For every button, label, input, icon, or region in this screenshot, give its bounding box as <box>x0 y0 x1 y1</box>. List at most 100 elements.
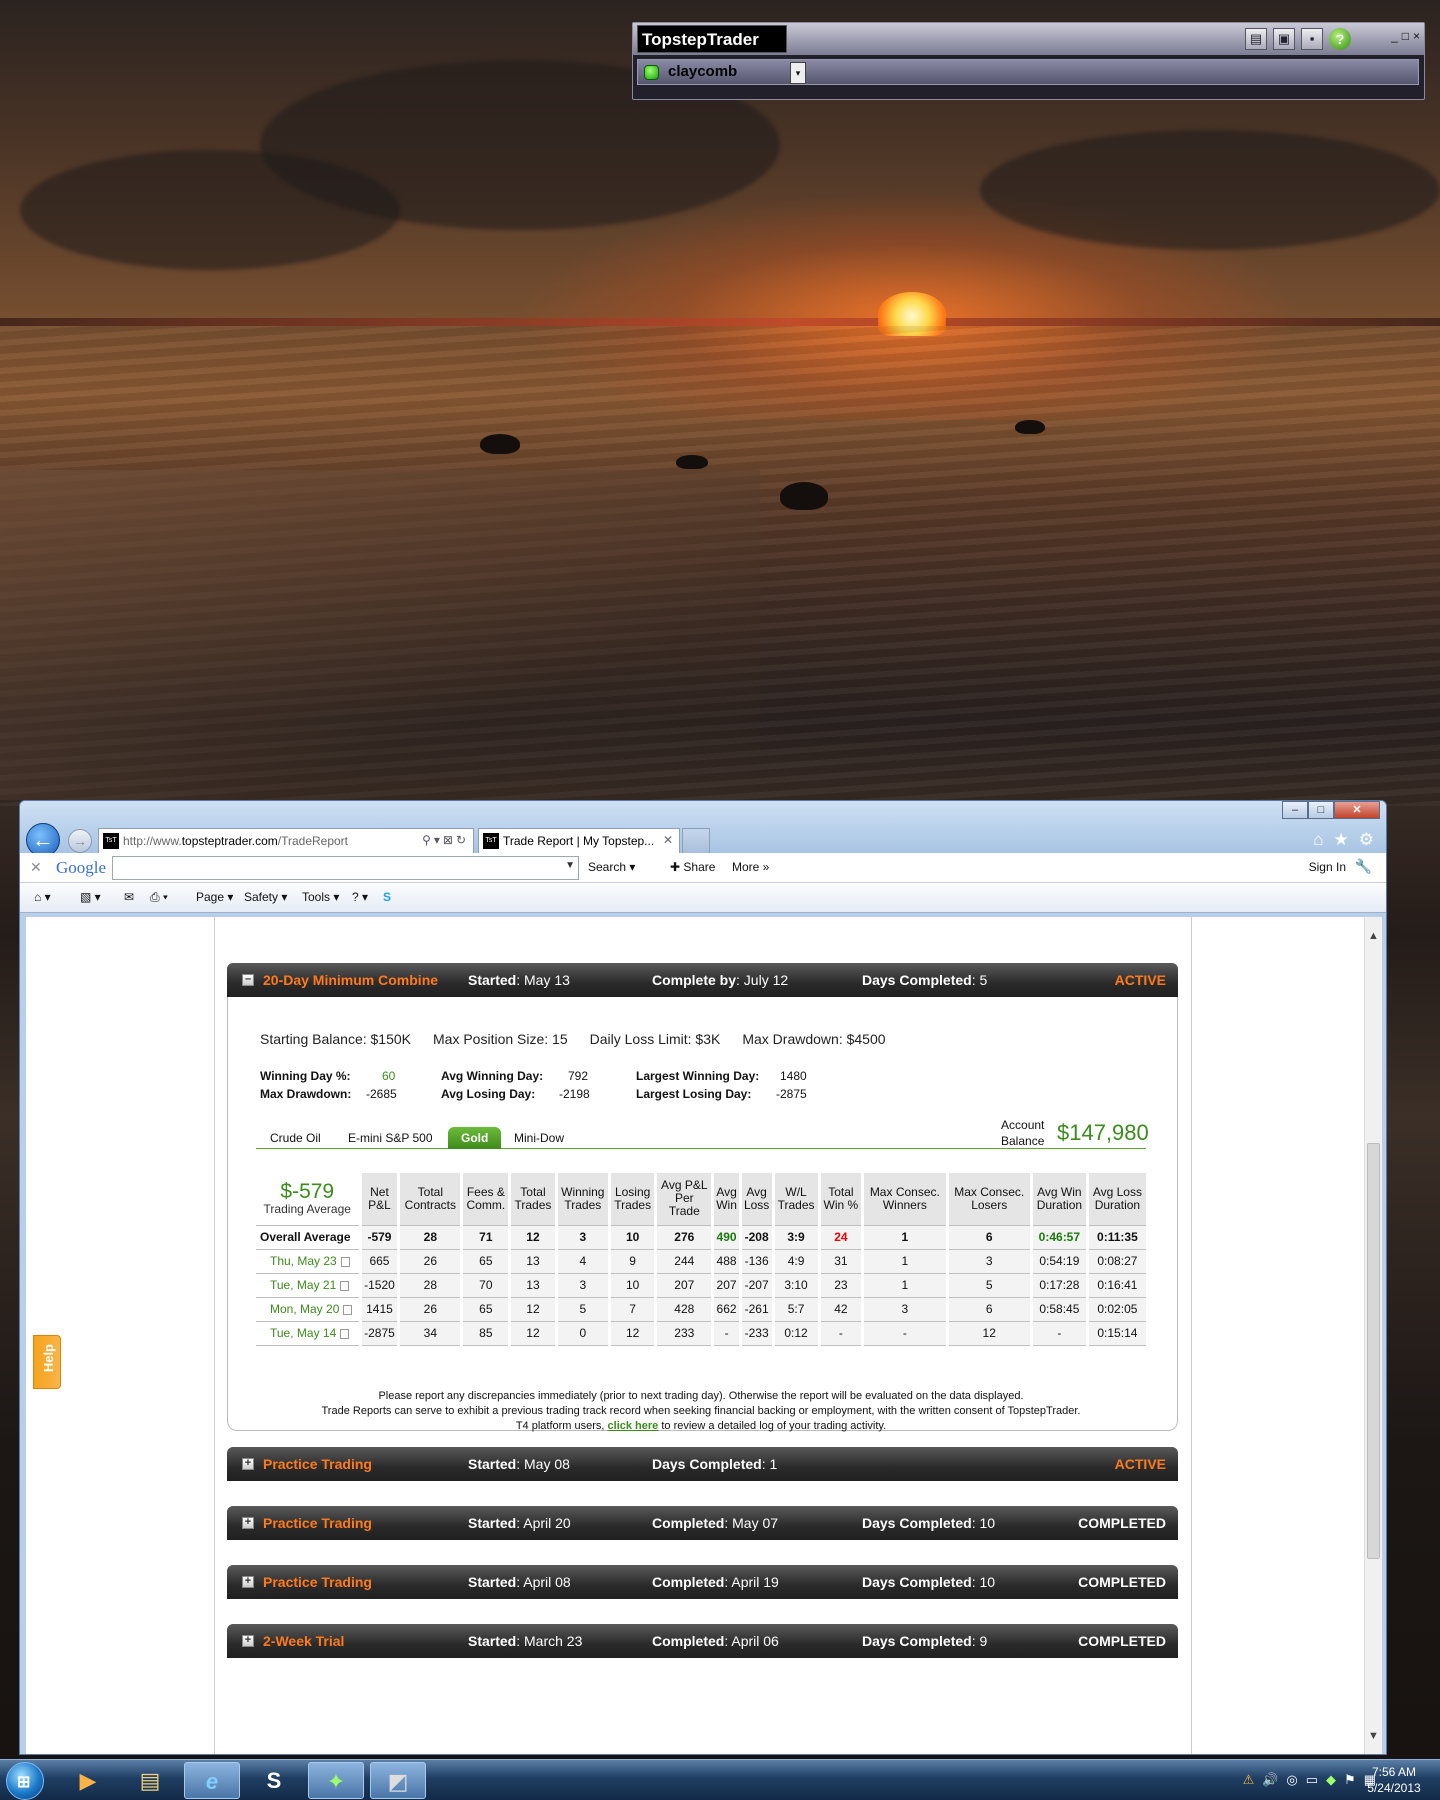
minimize-button[interactable]: – <box>1282 801 1308 819</box>
report-detail-icon[interactable] <box>340 1280 350 1291</box>
col-total-contracts: Total Contracts <box>397 1173 462 1225</box>
display-icon[interactable]: ▭ <box>1306 1772 1318 1788</box>
print-icon[interactable]: ⎙ ▾ <box>150 890 168 905</box>
scroll-down-arrow-icon[interactable]: ▼ <box>1365 1727 1382 1745</box>
file-explorer-icon[interactable]: ▤ <box>122 1762 178 1799</box>
google-share-button[interactable]: ✚ Share <box>670 860 715 874</box>
scroll-up-arrow-icon[interactable]: ▲ <box>1365 927 1382 945</box>
tab-gold[interactable]: Gold <box>448 1127 502 1149</box>
safety-menu[interactable]: Safety ▾ <box>244 890 287 904</box>
row-date-link[interactable]: Mon, May 20 <box>256 1296 360 1321</box>
tab-trade-report[interactable]: TsT Trade Report | My Topstep... ✕ <box>478 828 680 854</box>
account-user: claycomb <box>668 63 738 80</box>
click-here-link[interactable]: click here <box>608 1420 659 1432</box>
address-bar[interactable]: TsT http://www.topsteptrader.com/TradeRe… <box>98 828 474 854</box>
expand-toggle-icon[interactable]: + <box>242 1458 254 1470</box>
col-avg-win-duration: Avg Win Duration <box>1029 1173 1088 1225</box>
table-row-overall-average: Overall Average -579 28 71 12 3 10 276 4… <box>256 1224 1146 1249</box>
vertical-scrollbar[interactable]: ▲ ▼ <box>1364 917 1382 1754</box>
col-label: Avg Win <box>1037 1184 1082 1199</box>
widget-brand: TopstepTrader <box>637 25 787 53</box>
home-icon[interactable]: ⌂ <box>1313 830 1323 850</box>
help-icon[interactable]: ? <box>1329 28 1351 50</box>
save-icon[interactable]: ▪ <box>1301 28 1323 50</box>
avg-winning-day-label: Avg Winning Day: <box>441 1069 544 1083</box>
col-label: Duration <box>1094 1197 1141 1212</box>
forward-button[interactable]: → <box>68 829 92 853</box>
expand-toggle-icon[interactable]: + <box>242 1635 254 1647</box>
started-label: Started <box>468 1515 517 1531</box>
program-name: Practice Trading <box>263 1574 372 1590</box>
feeds-icon[interactable]: ▧ ▾ <box>80 890 101 904</box>
row-date-link[interactable]: Tue, May 14 <box>256 1320 360 1346</box>
max-drawdown-rule: Max Drawdown: $4500 <box>742 1031 886 1047</box>
new-tab-button[interactable] <box>682 828 710 854</box>
expand-toggle-icon[interactable]: + <box>242 1576 254 1588</box>
home-menu-icon[interactable]: ⌂ ▾ <box>34 890 51 904</box>
collapse-toggle-icon[interactable]: – <box>242 974 254 986</box>
skype-icon[interactable]: S <box>246 1762 302 1799</box>
widget-maximize-button[interactable]: □ <box>1402 29 1409 43</box>
address-tools-icons[interactable]: ⚲▾⊠↻ <box>422 833 469 847</box>
volume-icon[interactable]: 🔊 <box>1262 1772 1278 1788</box>
start-button[interactable]: ⊞ <box>6 1762 44 1800</box>
tray-alert-icon[interactable]: ⚠ <box>1243 1772 1255 1788</box>
google-search-dropdown[interactable]: ▼ <box>565 860 575 871</box>
report-detail-icon[interactable] <box>340 1328 350 1339</box>
tab-close-icon[interactable]: ✕ <box>663 833 673 847</box>
close-button[interactable]: ✕ <box>1334 801 1380 819</box>
favorites-icon[interactable]: ★ <box>1334 830 1349 850</box>
table-cell: 13 <box>508 1248 557 1273</box>
account-dropdown[interactable]: ▾ <box>790 62 806 84</box>
expand-toggle-icon[interactable]: + <box>242 1517 254 1529</box>
combine-panel-header[interactable]: – 20-Day Minimum Combine Started: May 13… <box>227 963 1178 997</box>
help-tab[interactable]: Help <box>33 1335 61 1389</box>
program-panel-header[interactable]: + 2-Week Trial Started: March 23 Complet… <box>227 1624 1178 1658</box>
program-panel-header[interactable]: + Practice Trading Started: April 08 Com… <box>227 1565 1178 1599</box>
winning-day-value: 60 <box>382 1069 396 1083</box>
google-more-button[interactable]: More » <box>732 860 769 874</box>
program-panel-header[interactable]: + Practice Trading Started: April 20 Com… <box>227 1506 1178 1540</box>
row-date-link[interactable]: Tue, May 21 <box>256 1272 360 1297</box>
program-panel-header[interactable]: + Practice Trading Started: May 08 Days … <box>227 1447 1178 1481</box>
scroll-thumb[interactable] <box>1367 1143 1380 1559</box>
started-label: Started <box>468 1633 517 1649</box>
network-icon[interactable]: ▣ <box>1273 28 1295 50</box>
table-cell: 1 <box>861 1272 948 1297</box>
help-menu-icon[interactable]: ? ▾ <box>352 890 368 904</box>
tab-crude-oil[interactable]: Crude Oil <box>270 1131 321 1145</box>
t4-app-icon[interactable]: ◩ <box>370 1762 426 1799</box>
widget-minimize-button[interactable]: _ <box>1391 29 1398 43</box>
widget-close-button[interactable]: × <box>1413 29 1420 43</box>
mail-icon[interactable]: ✉ <box>124 890 134 904</box>
google-sign-in-link[interactable]: Sign In <box>1309 860 1346 874</box>
google-settings-icon[interactable]: 🔧 <box>1355 858 1372 875</box>
col-label: Avg <box>716 1184 737 1199</box>
tab-mini-dow[interactable]: Mini-Dow <box>514 1131 564 1145</box>
tray-app-icon[interactable]: ◎ <box>1286 1772 1297 1788</box>
system-clock[interactable]: 7:56 AM 5/24/2013 <box>1354 1764 1434 1796</box>
row-date-link[interactable]: Thu, May 23 <box>256 1248 360 1273</box>
report-detail-icon[interactable] <box>343 1304 353 1315</box>
book-icon[interactable]: ▤ <box>1245 28 1267 50</box>
col-label: Comm. <box>466 1197 506 1212</box>
google-search-input[interactable]: ▼ <box>112 856 579 880</box>
tab-emini-sp500[interactable]: E-mini S&P 500 <box>348 1131 433 1145</box>
report-detail-icon[interactable] <box>340 1256 350 1267</box>
maximize-button[interactable]: □ <box>1308 801 1334 819</box>
trading-app-icon[interactable]: ✦ <box>308 1762 364 1799</box>
table-cell: 3 <box>554 1224 610 1249</box>
google-search-button[interactable]: Search ▾ <box>588 860 635 874</box>
tools-menu[interactable]: Tools ▾ <box>302 890 339 904</box>
internet-explorer-icon[interactable]: e <box>184 1762 240 1799</box>
tray-status-icon[interactable]: ◆ <box>1326 1772 1336 1788</box>
media-player-icon[interactable]: ▶ <box>60 1762 116 1799</box>
page-menu[interactable]: Page ▾ <box>196 890 233 904</box>
back-button[interactable]: ← <box>26 823 60 857</box>
trade-report-page: – 20-Day Minimum Combine Started: May 13… <box>214 917 1192 1754</box>
days-completed-value: : 1 <box>761 1456 778 1472</box>
skype-toolbar-icon[interactable]: S <box>383 890 391 904</box>
widget-titlebar[interactable]: TopstepTrader ▤ ▣ ▪ ? _ □ × <box>633 23 1424 55</box>
google-toolbar-close-icon[interactable]: ✕ <box>30 859 42 876</box>
tools-gear-icon[interactable]: ⚙ <box>1359 830 1374 850</box>
